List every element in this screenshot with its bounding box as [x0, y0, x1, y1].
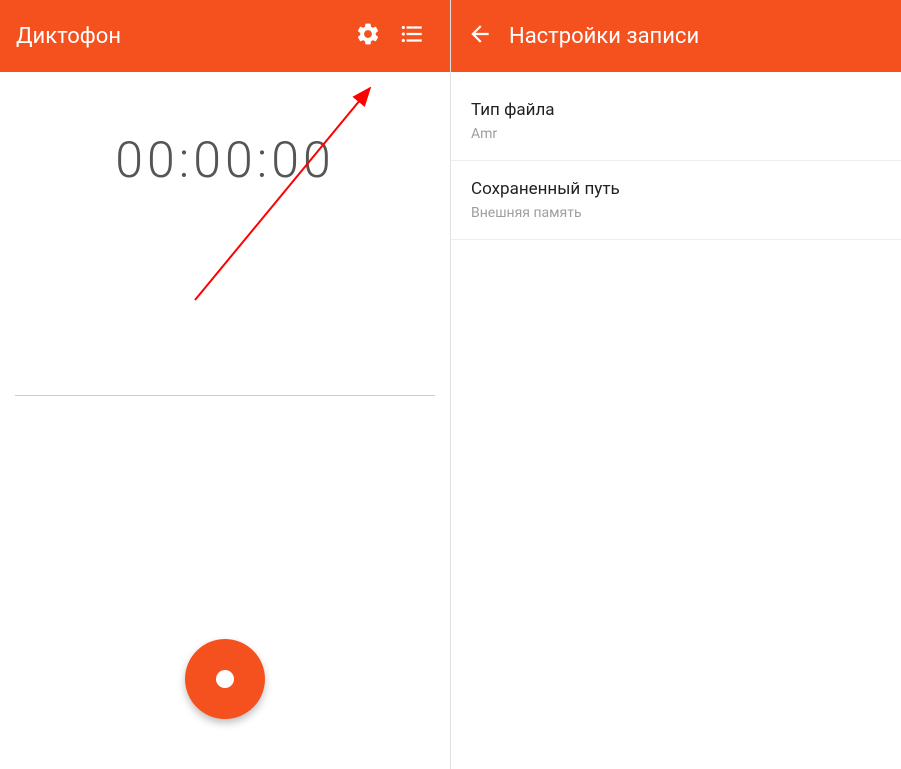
- back-button[interactable]: [467, 21, 493, 51]
- save-path-item[interactable]: Сохраненный путь Внешняя память: [451, 161, 901, 240]
- settings-button[interactable]: [346, 14, 390, 58]
- list-icon: [399, 21, 425, 51]
- list-button[interactable]: [390, 14, 434, 58]
- waveform-divider: [15, 395, 435, 396]
- timer-display: 00:00:00: [0, 72, 450, 190]
- recorder-title: Диктофон: [16, 24, 346, 49]
- settings-list: Тип файла Amr Сохраненный путь Внешняя п…: [451, 72, 901, 240]
- settings-title: Настройки записи: [509, 24, 885, 49]
- recorder-screen: Диктофон 00:00:00: [0, 0, 451, 769]
- settings-screen: Настройки записи Тип файла Amr Сохраненн…: [451, 0, 901, 769]
- file-type-item[interactable]: Тип файла Amr: [451, 82, 901, 161]
- file-type-title: Тип файла: [471, 100, 881, 120]
- file-type-value: Amr: [471, 126, 881, 142]
- recorder-appbar: Диктофон: [0, 0, 450, 72]
- settings-appbar: Настройки записи: [451, 0, 901, 72]
- gear-icon: [355, 21, 381, 51]
- record-button[interactable]: [185, 639, 265, 719]
- save-path-title: Сохраненный путь: [471, 179, 881, 199]
- save-path-value: Внешняя память: [471, 205, 881, 221]
- record-icon: [216, 670, 234, 688]
- arrow-left-icon: [467, 32, 493, 51]
